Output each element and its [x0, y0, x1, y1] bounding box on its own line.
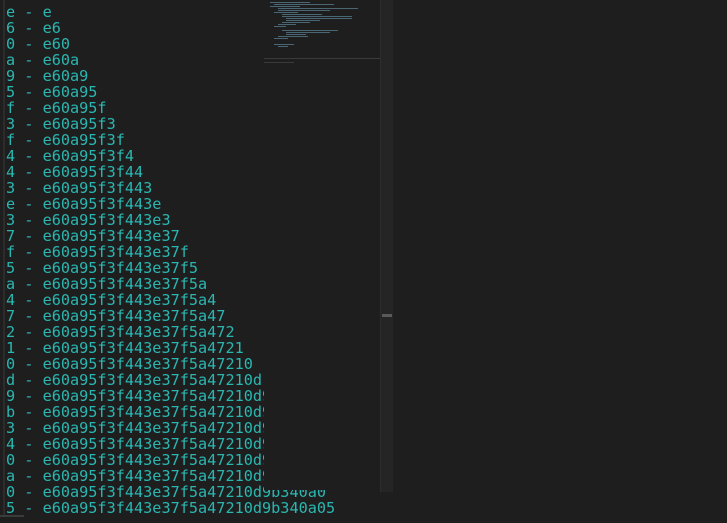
minimap-line: [270, 6, 300, 7]
minimap-line: [286, 20, 320, 21]
minimap-line: [270, 2, 310, 3]
minimap-line: [286, 32, 330, 33]
minimap-line: [274, 44, 294, 45]
minimap-line: [282, 16, 352, 17]
minimap-line: [274, 26, 286, 27]
minimap-divider: [264, 62, 294, 63]
minimap-line: [274, 4, 334, 5]
gutter-line: [3, 0, 5, 521]
minimap-line: [278, 10, 330, 11]
output-line: 5 - e60a95f3f443e37f5a47210d9b340a05: [6, 499, 336, 517]
bottom-edge: [0, 515, 24, 523]
minimap-line: [278, 36, 308, 37]
editor-area[interactable]: e - e6 - e6 0 - e60 a - e60a 9 - e60a9 5 - e…: [0, 0, 727, 523]
minimap-line: [274, 38, 288, 39]
minimap-line: [278, 46, 288, 47]
minimap-divider: [264, 58, 380, 59]
minimap-line: [278, 8, 358, 9]
minimap-line: [282, 14, 322, 15]
minimap-line: [286, 18, 352, 19]
minimap-line: [286, 34, 306, 35]
minimap-line: [278, 24, 296, 25]
minimap[interactable]: [264, 0, 392, 490]
minimap-line: [274, 12, 298, 13]
scroll-thumb[interactable]: [382, 314, 392, 317]
minimap-line: [282, 22, 310, 23]
vertical-scrollbar[interactable]: [380, 0, 393, 492]
minimap-line: [282, 30, 338, 31]
